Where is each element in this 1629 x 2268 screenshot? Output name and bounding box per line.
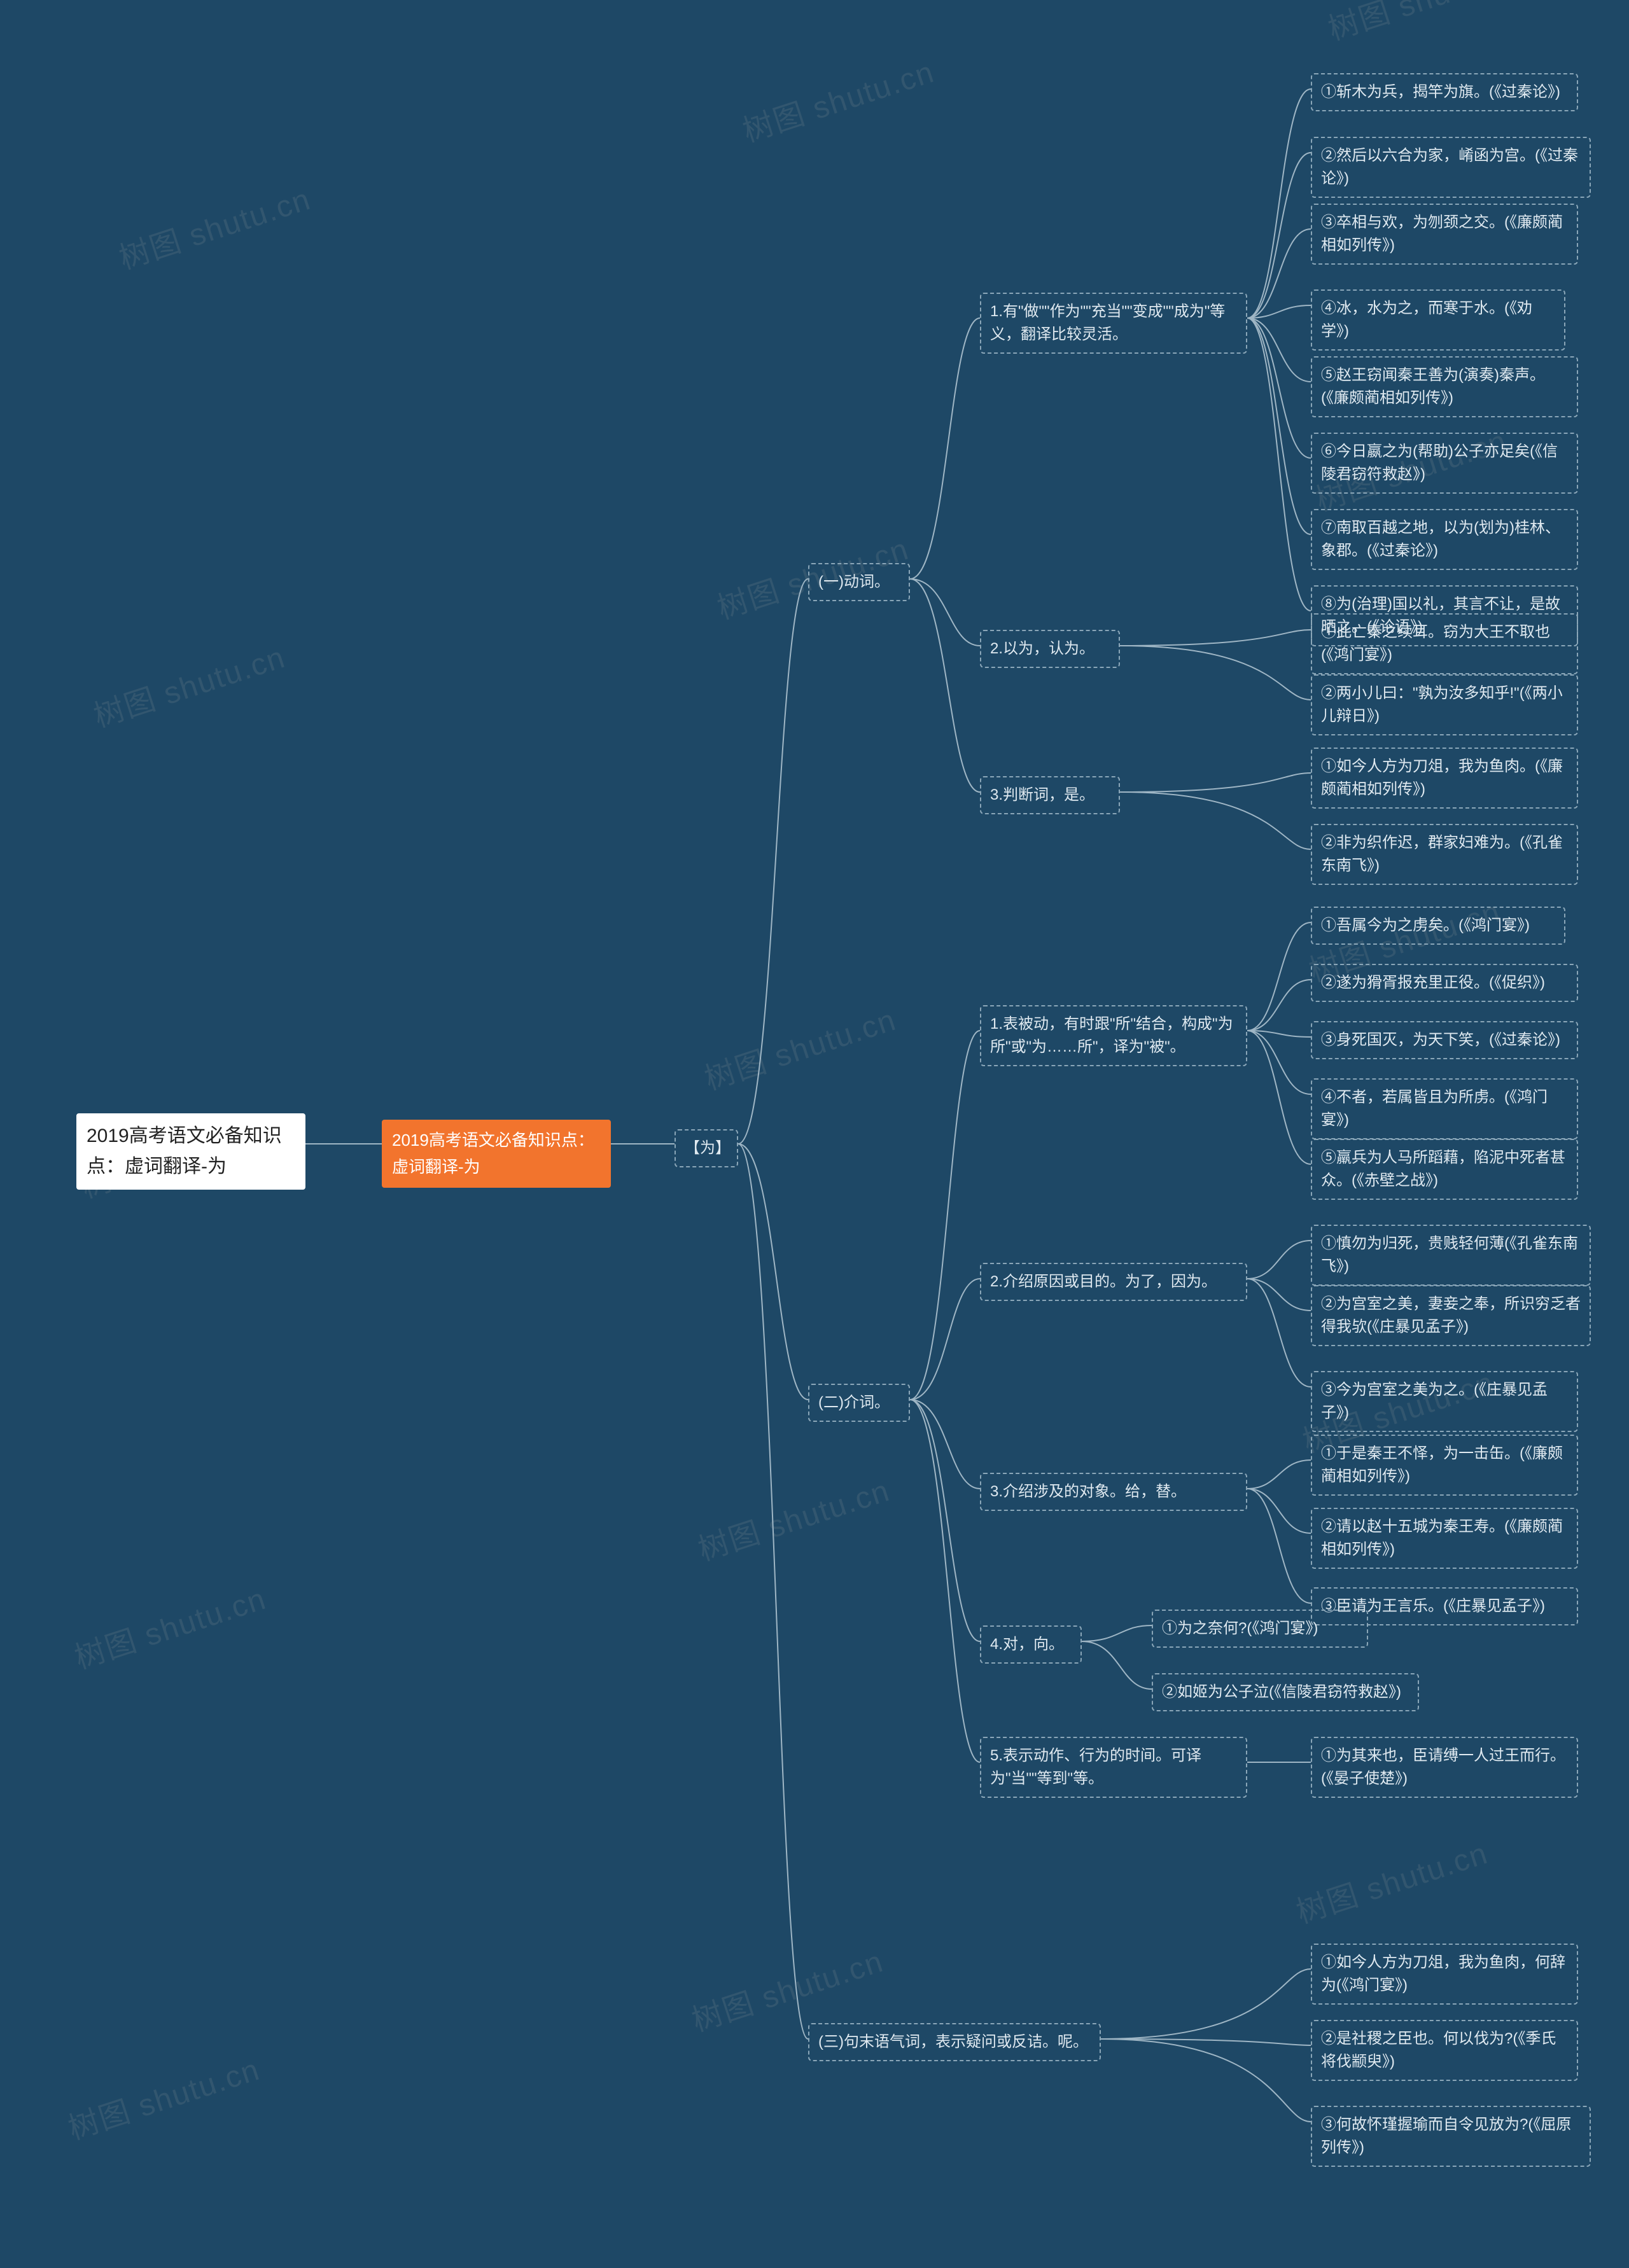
wei-node[interactable]: 【为】 xyxy=(675,1129,738,1167)
prep-sense-3[interactable]: 3.介绍涉及的对象。给，替。 xyxy=(980,1473,1247,1511)
leaf[interactable]: ③卒相与欢，为刎颈之交。(《廉颇蔺相如列传》) xyxy=(1311,204,1578,265)
leaf[interactable]: ①于是秦王不怿，为一击缶。(《廉颇蔺相如列传》) xyxy=(1311,1435,1578,1496)
leaf[interactable]: ①为之奈何?(《鸿门宴》) xyxy=(1152,1610,1368,1648)
leaf[interactable]: ⑤赵王窃闻秦王善为(演奏)秦声。(《廉颇蔺相如列传》) xyxy=(1311,356,1578,417)
watermark: 树图 shutu.cn xyxy=(692,1465,895,1569)
prep-sense-2[interactable]: 2.介绍原因或目的。为了，因为。 xyxy=(980,1263,1247,1301)
leaf[interactable]: ①慎勿为归死，贵贱轻何薄(《孔雀东南飞》) xyxy=(1311,1225,1591,1286)
topic-node[interactable]: 2019高考语文必备知识点：虚词翻译-为 xyxy=(382,1120,611,1188)
section-prep[interactable]: (二)介词。 xyxy=(808,1384,910,1422)
verb-sense-3[interactable]: 3.判断词，是。 xyxy=(980,776,1120,814)
leaf[interactable]: ②遂为猾胥报充里正役。(《促织》) xyxy=(1311,964,1578,1002)
watermark: 树图 shutu.cn xyxy=(87,632,290,735)
leaf[interactable]: ②是社稷之臣也。何以伐为?(《季氏将伐颛臾》) xyxy=(1311,2020,1578,2081)
leaf[interactable]: ⑥今日嬴之为(帮助)公子亦足矣(《信陵君窃符救赵》) xyxy=(1311,433,1578,494)
leaf[interactable]: ②然后以六合为家，崤函为宫。(《过秦论》) xyxy=(1311,137,1591,198)
watermark: 树图 shutu.cn xyxy=(62,2044,265,2148)
watermark: 树图 shutu.cn xyxy=(1290,1828,1493,1931)
leaf[interactable]: ④不者，若属皆且为所虏。(《鸿门宴》) xyxy=(1311,1078,1578,1139)
root-node[interactable]: 2019高考语文必备知识点：虚词翻译-为 xyxy=(76,1113,305,1190)
prep-sense-5[interactable]: 5.表示动作、行为的时间。可译为"当""等到"等。 xyxy=(980,1737,1247,1798)
leaf[interactable]: ⑦南取百越之地，以为(划为)桂林、象郡。(《过秦论》) xyxy=(1311,509,1578,570)
watermark: 树图 shutu.cn xyxy=(736,46,939,150)
leaf[interactable]: ①此亡秦之续耳。窃为大王不取也(《鸿门宴》) xyxy=(1311,613,1578,674)
leaf[interactable]: ①吾属今为之虏矣。(《鸿门宴》) xyxy=(1311,907,1565,945)
verb-sense-1[interactable]: 1.有"做""作为""充当""变成""成为"等义，翻译比较灵活。 xyxy=(980,293,1247,354)
prep-sense-1[interactable]: 1.表被动，有时跟"所"结合，构成"为所"或"为……所"，译为"被"。 xyxy=(980,1005,1247,1066)
leaf[interactable]: ③今为宫室之美为之。(《庄暴见孟子》) xyxy=(1311,1371,1578,1432)
section-final-particle[interactable]: (三)句末语气词，表示疑问或反诘。呢。 xyxy=(808,2023,1101,2061)
watermark: 树图 shutu.cn xyxy=(113,174,316,277)
leaf[interactable]: ①为其来也，臣请缚一人过王而行。(《晏子使楚》) xyxy=(1311,1737,1578,1798)
mindmap-canvas: 树图 shutu.cn 树图 shutu.cn 树图 shutu.cn 树图 s… xyxy=(0,0,1629,2268)
leaf[interactable]: ①如今人方为刀俎，我为鱼肉。(《廉颇蔺相如列传》) xyxy=(1311,748,1578,809)
watermark: 树图 shutu.cn xyxy=(68,1573,271,1677)
leaf[interactable]: ②为宫室之美，妻妾之奉，所识穷乏者得我欤(《庄暴见孟子》) xyxy=(1311,1285,1591,1346)
leaf[interactable]: ②非为织作迟，群家妇难为。(《孔雀东南飞》) xyxy=(1311,824,1578,885)
leaf[interactable]: ③身死国灭，为天下笑，(《过秦论》) xyxy=(1311,1021,1578,1059)
prep-sense-4[interactable]: 4.对，向。 xyxy=(980,1625,1082,1664)
leaf[interactable]: ③何故怀瑾握瑜而自令见放为?(《屈原列传》) xyxy=(1311,2106,1591,2167)
leaf[interactable]: ①斩木为兵，揭竿为旗。(《过秦论》) xyxy=(1311,73,1578,111)
leaf[interactable]: ⑤羸兵为人马所蹈藉，陷泥中死者甚众。(《赤壁之战》) xyxy=(1311,1139,1578,1200)
leaf[interactable]: ④冰，水为之，而寒于水。(《劝学》) xyxy=(1311,289,1565,351)
leaf[interactable]: ②两小儿曰："孰为汝多知乎!"(《两小儿辩日》) xyxy=(1311,674,1578,735)
leaf[interactable]: ②请以赵十五城为秦王寿。(《廉颇蔺相如列传》) xyxy=(1311,1508,1578,1569)
leaf[interactable]: ②如姬为公子泣(《信陵君窃符救赵》) xyxy=(1152,1673,1419,1711)
watermark: 树图 shutu.cn xyxy=(1322,0,1525,49)
watermark: 树图 shutu.cn xyxy=(698,994,901,1098)
verb-sense-2[interactable]: 2.以为，认为。 xyxy=(980,630,1120,668)
leaf[interactable]: ①如今人方为刀俎，我为鱼肉，何辞为(《鸿门宴》) xyxy=(1311,1944,1578,2005)
section-verb[interactable]: (一)动词。 xyxy=(808,563,910,601)
